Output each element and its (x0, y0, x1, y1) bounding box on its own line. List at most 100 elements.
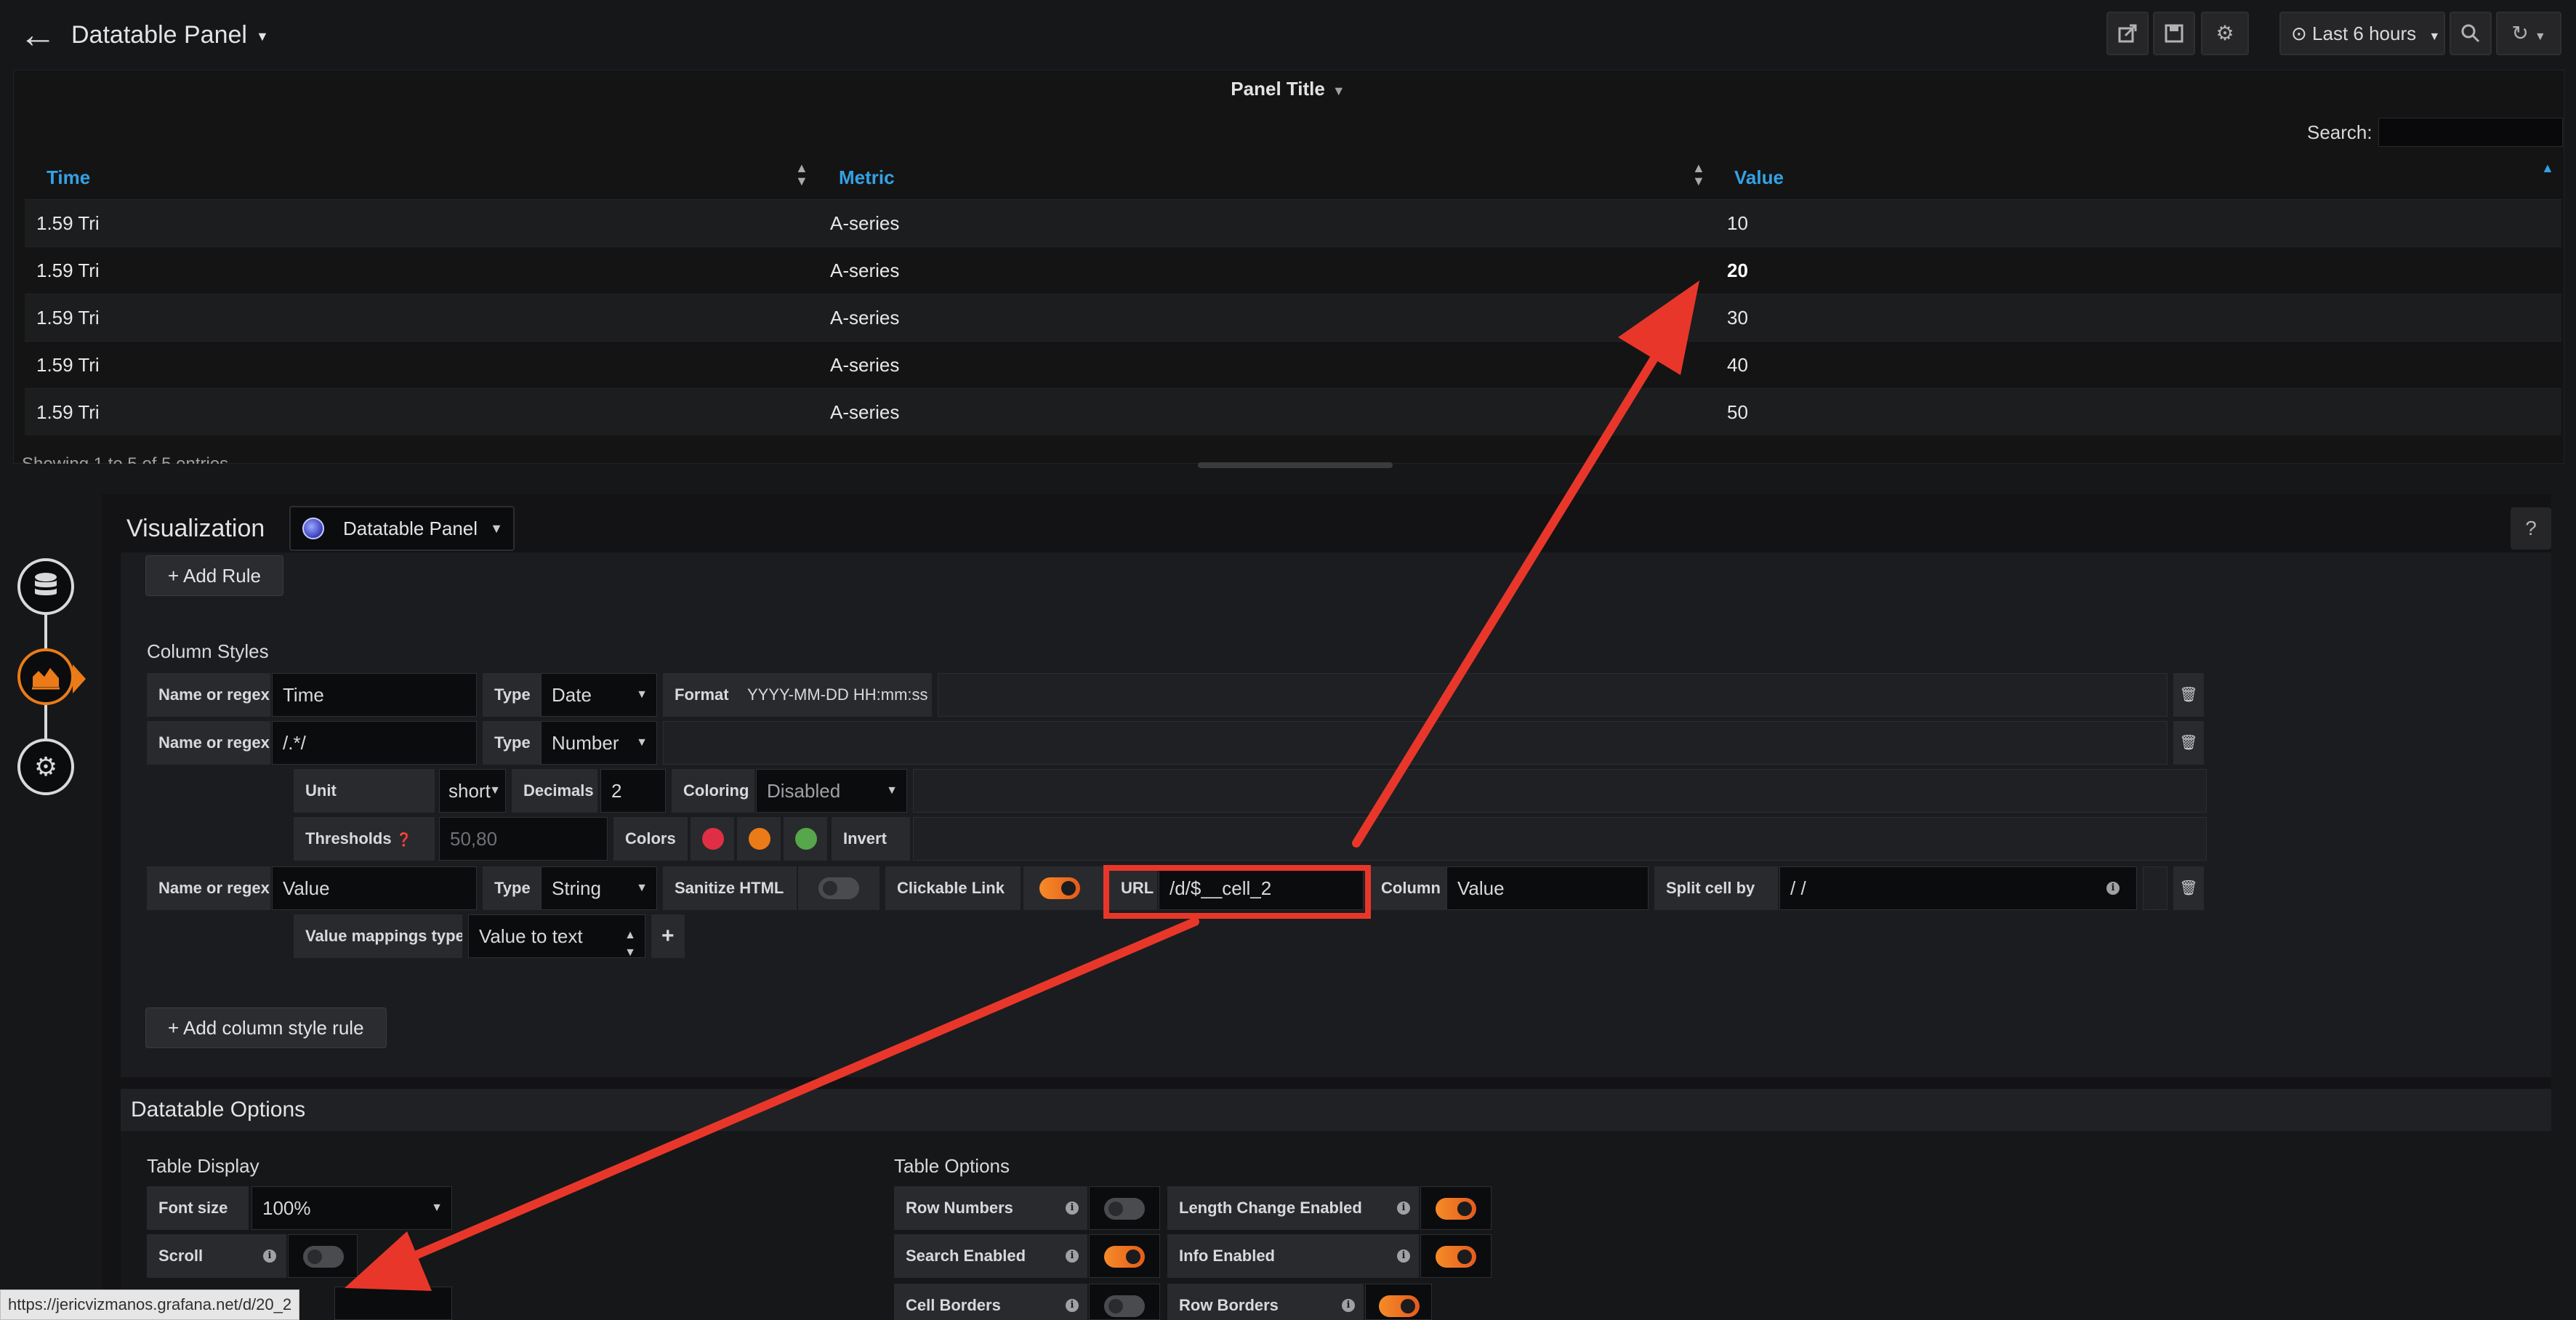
name-or-regex-label: Name or regex (147, 721, 270, 765)
caret-down-icon: ▼ (255, 29, 269, 44)
info-enabled-toggle[interactable] (1436, 1246, 1476, 1268)
caret-down-icon: ▼ (431, 1202, 443, 1214)
trash-icon[interactable]: 🗑 (2173, 673, 2204, 717)
scroll-toggle[interactable] (303, 1246, 344, 1268)
time-range-picker[interactable]: ⊙ Last 6 hours ▼ (2279, 12, 2445, 55)
info-icon[interactable]: i (1397, 1249, 1410, 1263)
length-change-label-text: Length Change Enabled (1179, 1199, 1362, 1217)
row-borders-toggle[interactable] (1379, 1295, 1420, 1317)
refresh-button[interactable]: ↻ ▼ (2496, 12, 2561, 55)
column-input[interactable]: Value (1446, 866, 1649, 910)
table-options-heading: Table Options (894, 1155, 1010, 1177)
scroll-label: Scroll i (147, 1234, 286, 1278)
color-picker-orange[interactable] (749, 828, 770, 850)
name-or-regex-input[interactable]: Time (272, 673, 477, 717)
unit-select[interactable]: short ▼ (439, 769, 506, 813)
trash-icon[interactable]: 🗑 (2173, 866, 2204, 910)
caret-down-icon: ▼ (490, 521, 503, 536)
general-settings-tab[interactable]: ⚙ (17, 739, 74, 795)
zoom-out-button[interactable] (2450, 12, 2492, 55)
cell-value[interactable]: 10 (1727, 200, 1748, 247)
column-header-time[interactable]: Time (47, 157, 90, 198)
visualization-picker-text: Datatable Panel (343, 518, 478, 539)
length-change-toggle[interactable] (1436, 1198, 1476, 1220)
row-filler (913, 817, 2207, 861)
horizontal-scrollbar[interactable] (1198, 462, 1393, 468)
row-filler (938, 673, 2168, 717)
share-button[interactable] (2106, 12, 2149, 55)
format-label: Format (663, 673, 736, 717)
sort-icon[interactable]: ▲ ▼ (795, 161, 808, 188)
search-input[interactable] (2378, 118, 2563, 147)
info-icon[interactable]: i (263, 1249, 276, 1263)
font-size-extra-input[interactable] (334, 1287, 452, 1320)
cell-value[interactable]: 30 (1727, 294, 1748, 342)
type-select-value: Number (552, 732, 619, 754)
row-numbers-toggle[interactable] (1104, 1198, 1145, 1220)
info-enabled-toggle-cell (1420, 1234, 1492, 1278)
name-or-regex-input[interactable]: /.*/ (272, 721, 477, 765)
thresholds-input[interactable]: 50,80 (439, 817, 608, 861)
row-borders-label-text: Row Borders (1179, 1296, 1279, 1314)
queries-tab[interactable] (17, 558, 74, 615)
sanitize-html-toggle[interactable] (818, 877, 859, 899)
cell-borders-toggle-cell (1089, 1284, 1160, 1320)
dashboard-title[interactable]: Datatable Panel ▼ (71, 16, 269, 54)
datatable-options-heading[interactable]: Datatable Options (121, 1089, 2551, 1131)
add-column-style-button[interactable]: + Add column style rule (145, 1007, 387, 1048)
table-row: 1.59 Tri A-series 40 (25, 341, 2561, 388)
invert-button[interactable]: Invert (832, 817, 910, 861)
clickable-link-toggle[interactable] (1039, 877, 1080, 899)
cell-value[interactable]: 40 (1727, 342, 1748, 389)
format-input[interactable]: YYYY-MM-DD HH:mm:ss (736, 673, 932, 717)
name-or-regex-input[interactable]: Value (272, 866, 477, 910)
split-cell-by-input[interactable]: / / (1779, 866, 2137, 910)
add-rule-button[interactable]: + Add Rule (145, 555, 283, 596)
cell-borders-toggle[interactable] (1104, 1295, 1145, 1317)
gear-icon: ⚙ (2215, 22, 2234, 44)
settings-button[interactable]: ⚙ (2201, 12, 2249, 55)
sort-icon[interactable]: ▲ ▼ (1692, 161, 1705, 188)
visualization-picker[interactable]: Datatable Panel ▼ (289, 506, 515, 551)
column-styles-options (121, 552, 2551, 1077)
info-icon[interactable]: i (2106, 882, 2120, 895)
coloring-select[interactable]: Disabled ▼ (756, 769, 907, 813)
zoom-out-icon (2461, 24, 2480, 43)
arrow-left-icon[interactable]: ← (16, 13, 60, 57)
clock-icon: ⊙ (2291, 23, 2307, 44)
help-button[interactable]: ? (2511, 507, 2551, 550)
column-header-metric[interactable]: Metric (839, 157, 895, 198)
time-range-text: Last 6 hours (2312, 23, 2417, 44)
cell-metric: A-series (830, 259, 900, 281)
add-value-mapping-button[interactable]: + (651, 914, 685, 958)
value-mappings-type-select[interactable]: Value to text ▲ ▼ (468, 914, 645, 959)
info-icon[interactable]: i (1397, 1202, 1410, 1215)
trash-icon[interactable]: 🗑 (2173, 721, 2204, 765)
sort-ascending-icon[interactable]: ▲ (2541, 161, 2554, 174)
type-select[interactable]: String ▼ (541, 866, 657, 910)
cell-value[interactable]: 20 (1727, 247, 1748, 294)
color-picker-red[interactable] (702, 828, 724, 850)
search-enabled-toggle[interactable] (1104, 1246, 1145, 1268)
info-icon[interactable]: i (1066, 1299, 1079, 1312)
color-picker-green[interactable] (795, 828, 817, 850)
question-circle-icon[interactable]: ❓ (396, 832, 412, 847)
unit-select-value: short (448, 780, 491, 802)
color-picker-orange-cell (737, 817, 781, 861)
save-button[interactable] (2153, 12, 2195, 55)
visualization-tab[interactable] (17, 648, 74, 705)
cell-value[interactable]: 50 (1727, 389, 1748, 436)
column-header-value[interactable]: Value (1734, 157, 1784, 198)
info-icon[interactable]: i (1342, 1299, 1355, 1312)
search-enabled-toggle-cell (1089, 1234, 1160, 1278)
font-size-select[interactable]: 100% ▼ (251, 1186, 452, 1230)
type-select[interactable]: Number ▼ (541, 721, 657, 765)
type-select[interactable]: Date ▼ (541, 673, 657, 717)
panel-title[interactable]: Panel Title ▼ (0, 73, 2576, 107)
caret-down-icon: ▼ (886, 784, 898, 797)
decimals-input[interactable]: 2 (600, 769, 666, 813)
row-filler (2143, 866, 2168, 910)
clickable-link-toggle-cell (1023, 866, 1103, 910)
info-icon[interactable]: i (1066, 1202, 1079, 1215)
info-icon[interactable]: i (1066, 1249, 1079, 1263)
